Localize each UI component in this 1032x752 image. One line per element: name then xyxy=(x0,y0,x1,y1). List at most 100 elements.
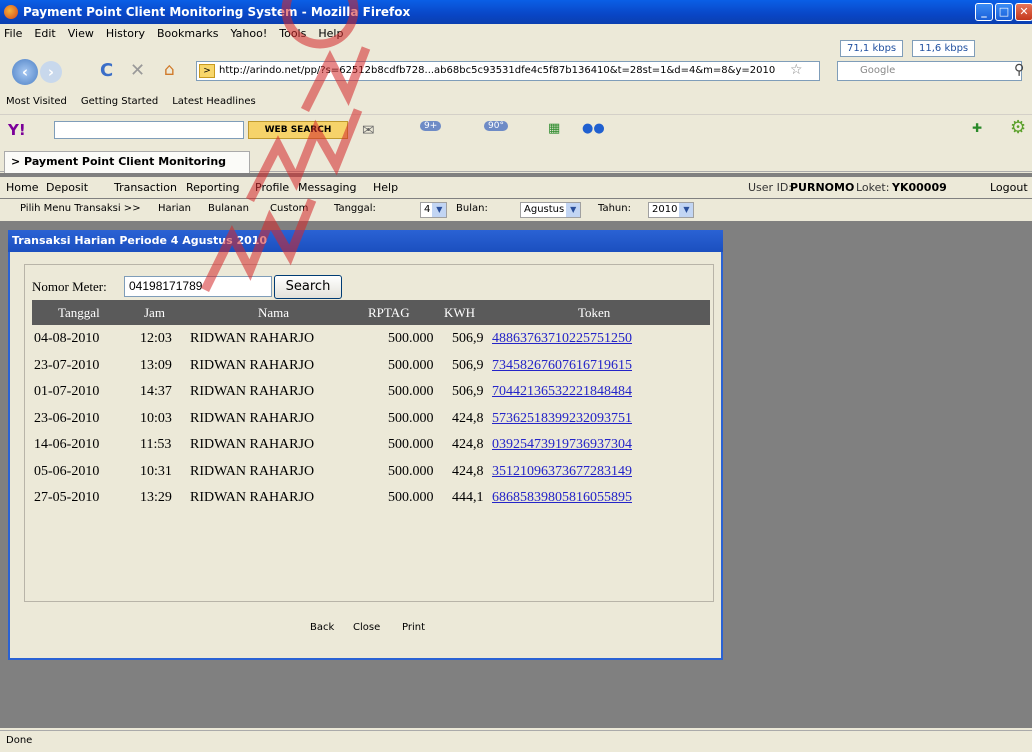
cell-kwh: 444,1 xyxy=(452,490,484,505)
cell-rptag: 500.000 xyxy=(388,384,434,399)
cell-nama: RIDWAN RAHARJO xyxy=(190,331,315,346)
add-button-icon[interactable]: ✚ xyxy=(972,121,982,135)
cell-token[interactable]: 57362518399232093751 xyxy=(492,411,632,427)
weather-badge[interactable]: 90° xyxy=(484,121,508,131)
cell-kwh: 424,8 xyxy=(452,410,484,426)
table-row: 23-06-2010 10:03 RIDWAN RAHARJO 500.000 424,… xyxy=(32,407,710,433)
logout-link[interactable]: Logout xyxy=(990,181,1028,194)
menu-home[interactable]: Home xyxy=(6,181,38,194)
bulan-value: Agustus xyxy=(524,204,565,215)
table-row: 05-06-2010 10:31 RIDWAN RAHARJO 500.000 424,… xyxy=(32,460,710,486)
cell-jam: 13:29 xyxy=(140,490,172,505)
col-nama: Nama xyxy=(258,305,290,320)
bulan-select[interactable]: Agustus ▼ xyxy=(520,202,582,218)
flickr-icon[interactable]: ●● xyxy=(582,121,605,136)
chevron-down-icon: ▼ xyxy=(679,203,694,217)
tahun-label: Tahun: xyxy=(598,203,631,214)
cell-nama: RIDWAN RAHARJO xyxy=(190,463,315,479)
close-window-button[interactable]: ✕ xyxy=(1015,3,1032,21)
chevron-down-icon: ▼ xyxy=(566,203,581,217)
tanggal-value: 4 xyxy=(424,204,431,215)
search-box[interactable]: Google xyxy=(837,61,1022,81)
bookmark-most-visited[interactable]: Most Visited xyxy=(6,96,67,107)
loket-value: YK00009 xyxy=(892,181,947,194)
cell-jam: 11:53 xyxy=(140,437,172,452)
meter-label: Nomor Meter: xyxy=(32,279,107,294)
menu-edit[interactable]: Edit xyxy=(34,27,55,40)
cell-jam: 14:37 xyxy=(140,384,172,399)
table-header: Tanggal Jam Nama RPTAG KWH Token xyxy=(32,300,710,325)
cell-nama: RIDWAN RAHARJO xyxy=(190,437,315,452)
col-tanggal: Tanggal xyxy=(58,305,100,320)
cell-kwh: 506,9 xyxy=(452,331,484,346)
firefox-icon xyxy=(4,5,18,19)
bulan-label: Bulan: xyxy=(456,203,488,214)
search-placeholder: Google xyxy=(860,65,896,76)
cell-jam: 13:09 xyxy=(140,357,172,373)
tab-favicon: > xyxy=(11,155,25,168)
tahun-select[interactable]: 2010 ▼ xyxy=(648,202,695,218)
cell-rptag: 500.000 xyxy=(388,331,434,346)
cell-rptag: 500.000 xyxy=(388,357,434,373)
cell-rptag: 500.000 xyxy=(388,490,434,505)
cell-tanggal: 04-08-2010 xyxy=(34,331,100,346)
cell-nama: RIDWAN RAHARJO xyxy=(190,410,315,426)
status-bar: Done xyxy=(0,730,1032,752)
search-icon[interactable]: ⚲ xyxy=(1014,62,1024,78)
tanggal-select[interactable]: 4 ▼ xyxy=(420,202,448,218)
cell-tanggal: 27-05-2010 xyxy=(34,490,100,505)
cell-jam: 10:31 xyxy=(140,463,172,479)
cell-tanggal: 23-07-2010 xyxy=(34,357,100,373)
col-kwh: KWH xyxy=(444,305,476,320)
download-speed: 71,1 kbps xyxy=(840,40,904,57)
table-row: 23-07-2010 13:09 RIDWAN RAHARJO 500.000 506,… xyxy=(32,354,710,380)
cell-kwh: 506,9 xyxy=(452,384,484,399)
cell-token[interactable]: 68685839805816055895 xyxy=(492,490,632,506)
cell-nama: RIDWAN RAHARJO xyxy=(190,384,315,399)
forward-icon[interactable]: › xyxy=(40,61,62,83)
finance-icon[interactable]: ▦ xyxy=(548,121,560,136)
back-link[interactable]: Back xyxy=(310,622,334,633)
bookmark-star-icon[interactable]: ☆ xyxy=(790,62,803,78)
table-row: 04-08-2010 12:03 RIDWAN RAHARJO 500.000 506,… xyxy=(32,327,710,353)
table-row: 01-07-2010 14:37 RIDWAN RAHARJO 500.000 506,… xyxy=(32,380,710,406)
loket-label: Loket: xyxy=(856,181,890,194)
menu-view[interactable]: View xyxy=(68,27,94,40)
settings-gear-icon[interactable]: ⚙ xyxy=(1010,117,1026,138)
minimize-button[interactable]: _ xyxy=(975,3,993,21)
cell-token[interactable]: 48863763710225751250 xyxy=(492,331,632,347)
menu-file[interactable]: File xyxy=(4,27,22,40)
user-id-value: PURNOMO xyxy=(790,181,855,194)
cell-kwh: 424,8 xyxy=(452,463,484,479)
cell-rptag: 500.000 xyxy=(388,463,434,479)
cell-token[interactable]: 03925473919736937304 xyxy=(492,437,632,453)
mail-count-badge[interactable]: 9+ xyxy=(420,121,442,131)
cell-tanggal: 14-06-2010 xyxy=(34,437,100,452)
tahun-value: 2010 xyxy=(652,204,678,215)
maximize-button[interactable]: □ xyxy=(995,3,1013,21)
close-link[interactable]: Close xyxy=(353,622,380,633)
cell-tanggal: 05-06-2010 xyxy=(34,463,100,479)
upload-speed: 11,6 kbps xyxy=(912,40,976,57)
print-link[interactable]: Print xyxy=(402,622,425,633)
cell-rptag: 500.000 xyxy=(388,437,434,452)
col-rptag: RPTAG xyxy=(368,305,410,320)
cell-tanggal: 23-06-2010 xyxy=(34,410,100,426)
cell-jam: 10:03 xyxy=(140,410,172,426)
cell-token[interactable]: 35121096373677283149 xyxy=(492,464,632,480)
table-row: 14-06-2010 11:53 RIDWAN RAHARJO 500.000 424,… xyxy=(32,433,710,459)
menu-deposit[interactable]: Deposit xyxy=(46,181,88,194)
col-jam: Jam xyxy=(144,305,165,320)
cell-kwh: 424,8 xyxy=(452,437,484,452)
cell-jam: 12:03 xyxy=(140,331,172,346)
yahoo-logo-icon[interactable]: Y! xyxy=(8,121,26,139)
cell-nama: RIDWAN RAHARJO xyxy=(190,490,315,505)
cell-token[interactable]: 70442136532221848484 xyxy=(492,384,632,400)
chevron-down-icon: ▼ xyxy=(432,203,447,217)
cell-nama: RIDWAN RAHARJO xyxy=(190,357,315,373)
reload-icon[interactable]: C xyxy=(100,60,113,81)
watermark-logo xyxy=(200,0,371,292)
cell-rptag: 500.000 xyxy=(388,410,434,426)
back-icon[interactable]: ‹ xyxy=(12,59,38,85)
cell-token[interactable]: 73458267607616719615 xyxy=(492,358,632,374)
